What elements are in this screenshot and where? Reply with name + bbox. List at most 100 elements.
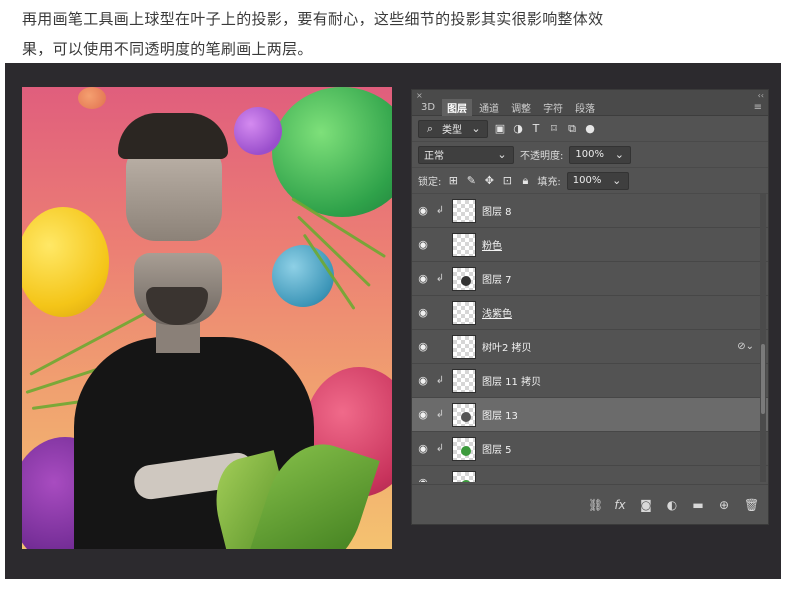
add-mask-icon[interactable]: ◙ [640, 498, 652, 512]
orange-sphere [78, 87, 106, 109]
chevron-down-icon: ⌄ [614, 148, 624, 161]
lock-transparency-icon[interactable]: ⊞ [447, 174, 459, 187]
layer-thumbnail [452, 402, 476, 427]
smart-object-filter-icon[interactable]: ⧉ [566, 122, 578, 136]
new-group-icon[interactable]: ▬ [692, 498, 704, 512]
layers-scrollbar[interactable] [760, 194, 766, 482]
layer-row[interactable]: ◉ ↲ 图层 8 [412, 194, 768, 228]
layer-name[interactable]: 图层 13 [482, 407, 518, 422]
visibility-eye-icon[interactable]: ◉ [412, 238, 434, 251]
visibility-eye-icon[interactable]: ◉ [412, 272, 434, 285]
close-icon[interactable]: × [416, 91, 423, 100]
chevron-down-icon: ⌄ [497, 148, 507, 161]
intro-paragraph: 再用画笔工具画上球型在叶子上的投影，要有耐心，这些细节的投影其实很影响整体效 果… [22, 4, 782, 64]
panel-tabs: 3D 图层 通道 调整 字符 段落 ≡ [412, 99, 768, 116]
tab-0[interactable]: 3D [416, 101, 440, 114]
filter-row: ⌕ 类型 ⌄ ▣ ◑ T ⌑ ⧉ ● [412, 116, 768, 142]
lock-label: 锁定: [418, 177, 442, 188]
tab-1[interactable]: 图层 [442, 99, 473, 116]
layer-row[interactable]: ◉ ↲ 图层 7 [412, 262, 768, 296]
clipping-mask-arrow-icon: ↲ [435, 205, 445, 216]
tab-2[interactable]: 通道 [474, 99, 504, 116]
lock-position-icon[interactable]: ✥ [483, 174, 495, 187]
type-filter-icon[interactable]: T [530, 122, 542, 135]
yellow-sphere [22, 207, 109, 317]
tab-4[interactable]: 字符 [538, 99, 568, 116]
layer-row[interactable]: ◉ ↲ 图层 11 拷贝 [412, 364, 768, 398]
visibility-eye-icon[interactable]: ◉ [412, 306, 434, 319]
fx-icon[interactable]: fx [614, 498, 626, 512]
layer-name[interactable]: 树叶2 拷贝 [482, 339, 532, 354]
opacity-input[interactable]: 100% ⌄ [569, 145, 632, 164]
layers-panel: × ‹‹ 3D 图层 通道 调整 字符 段落 ≡ ⌕ 类型 ⌄ ▣ ◑ T ⌑ ⧉ ● 正常… [411, 89, 769, 525]
link-layers-icon[interactable]: ⛓ [588, 498, 603, 512]
thumbnail-mark [461, 275, 471, 286]
fill-value: 100% [572, 175, 602, 186]
lock-artboard-icon[interactable]: ⊡ [501, 174, 513, 187]
blend-mode-select[interactable]: 正常 ⌄ [418, 145, 514, 164]
layer-thumbnail [452, 470, 476, 482]
layer-thumbnail [452, 368, 476, 393]
figure-hair [118, 113, 228, 159]
thumbnail-mark [461, 479, 471, 482]
layer-row[interactable]: ◉ ↲ 图层 13 [412, 398, 768, 432]
blue-sphere [272, 245, 334, 307]
layer-name[interactable]: 图层 7 [482, 271, 512, 286]
clipping-mask-arrow-icon: ↲ [435, 443, 445, 454]
visibility-eye-icon[interactable]: ◉ [412, 442, 434, 455]
filter-kind-value: 类型 [442, 125, 462, 136]
collage-artwork [22, 87, 392, 549]
visibility-eye-icon[interactable]: ◉ [412, 204, 434, 217]
fill-input[interactable]: 100% ⌄ [566, 171, 629, 190]
intro-line-2: 果，可以使用不同透明度的笔刷画上两层。 [22, 40, 313, 58]
chevron-down-icon: ⌄ [612, 174, 622, 187]
visibility-eye-icon[interactable]: ◉ [412, 340, 434, 353]
clipping-mask-arrow-icon: ↲ [435, 409, 445, 420]
thumbnail-mark [461, 445, 471, 456]
filter-toggle-icon[interactable]: ● [584, 122, 596, 135]
layer-thumbnail [452, 198, 476, 223]
layers-list: ◉ ↲ 图层 8 ◉ 粉色 ◉ ↲ 图层 7 ◉ 浅紫色 ◉ 树叶2 拷贝 ⊘⌄ ◉ ↲ 图层 11 拷贝 ◉ ↲… [412, 194, 768, 482]
lock-row: 锁定: ⊞ ✎ ✥ ⊡ 🔒︎ 填充: 100% ⌄ [412, 168, 768, 194]
layer-thumbnail [452, 334, 476, 359]
intro-line-1: 再用画笔工具画上球型在叶子上的投影，要有耐心，这些细节的投影其实很影响整体效 [22, 10, 604, 28]
chevron-down-icon: ⌄ [471, 122, 481, 135]
pixel-filter-icon[interactable]: ▣ [494, 122, 506, 135]
tab-5[interactable]: 段落 [570, 99, 600, 116]
adjustment-filter-icon[interactable]: ◑ [512, 122, 524, 135]
layer-name[interactable]: 浅紫色 [482, 305, 512, 320]
layer-row[interactable]: ◉ 粉色 [412, 228, 768, 262]
layer-name[interactable]: 图层 8 [482, 203, 512, 218]
tab-3[interactable]: 调整 [506, 99, 536, 116]
panel-menu-icon[interactable]: ≡ [754, 102, 762, 113]
shape-filter-icon[interactable]: ⌑ [548, 122, 560, 135]
layer-row[interactable]: ◉ 树叶2 拷贝 ⊘⌄ [412, 330, 768, 364]
layer-row[interactable]: ◉ 浅紫色 [412, 296, 768, 330]
new-layer-icon[interactable]: ⊕ [718, 498, 730, 512]
layer-name[interactable]: 图层 11 拷贝 [482, 373, 541, 388]
lock-pixels-icon[interactable]: ✎ [465, 174, 477, 187]
layer-thumbnail [452, 436, 476, 461]
search-icon: ⌕ [426, 121, 434, 135]
layer-name[interactable]: 图层 5 [482, 441, 512, 456]
scrollbar-thumb[interactable] [761, 344, 765, 414]
lock-all-icon[interactable]: 🔒︎ [519, 174, 531, 188]
photoshop-screenshot: × ‹‹ 3D 图层 通道 调整 字符 段落 ≡ ⌕ 类型 ⌄ ▣ ◑ T ⌑ ⧉ ● 正常… [5, 63, 781, 579]
collapse-icon[interactable]: ‹‹ [758, 91, 764, 100]
smart-object-link-icon[interactable]: ⊘⌄ [737, 341, 754, 352]
layer-row[interactable]: ◉ ↲ 图层 5 [412, 432, 768, 466]
opacity-value: 100% [575, 149, 604, 160]
visibility-eye-icon[interactable]: ◉ [412, 408, 434, 421]
trash-icon[interactable]: 🗑︎ [744, 498, 759, 512]
layer-row[interactable]: ◉ [412, 466, 768, 482]
visibility-eye-icon[interactable]: ◉ [412, 476, 434, 482]
clipping-mask-arrow-icon: ↲ [435, 375, 445, 386]
figure-upper-face [126, 149, 222, 241]
filter-kind-select[interactable]: ⌕ 类型 ⌄ [418, 119, 488, 138]
thumbnail-mark [461, 411, 471, 422]
adjustment-layer-icon[interactable]: ◐ [666, 498, 678, 512]
green-sphere [272, 87, 392, 217]
layer-name[interactable]: 粉色 [482, 237, 502, 252]
blend-row: 正常 ⌄ 不透明度: 100% ⌄ [412, 142, 768, 168]
visibility-eye-icon[interactable]: ◉ [412, 374, 434, 387]
